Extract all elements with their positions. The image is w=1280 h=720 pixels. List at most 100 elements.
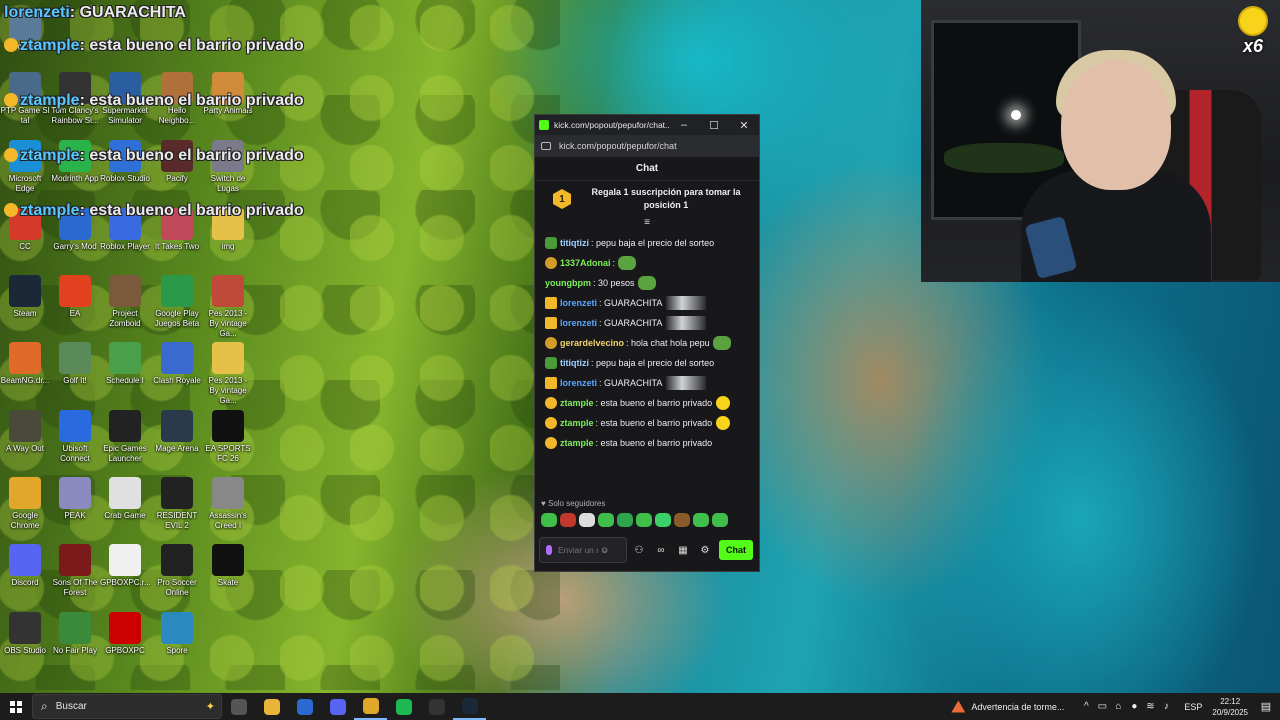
gift-sub-promo[interactable]: 1 Regala 1 suscripción para tomar la pos… bbox=[535, 181, 759, 217]
desktop-icon[interactable]: Steam bbox=[0, 275, 50, 319]
mic-icon[interactable]: ● bbox=[1126, 701, 1142, 712]
window-titlebar[interactable]: kick.com/popout/pepufor/chat... – ☐ ✕ bbox=[535, 115, 759, 135]
taskbar-obs-icon[interactable] bbox=[420, 693, 453, 720]
desktop-icon[interactable]: Discord bbox=[0, 544, 50, 588]
chat-message-list[interactable]: titiqtizi: pepu baja el precio del sorte… bbox=[535, 233, 759, 497]
taskbar-steam-icon[interactable] bbox=[453, 693, 486, 720]
taskbar-search[interactable]: ⌕ Buscar ✦ bbox=[32, 694, 222, 719]
chat-message[interactable]: lorenzeti: GUARACHITA bbox=[545, 293, 755, 313]
desktop-icon[interactable]: Ubisoft Connect bbox=[50, 410, 100, 464]
chat-message[interactable]: gerardelvecino: hola chat hola pepu bbox=[545, 333, 755, 353]
desktop-icon[interactable]: BeamNG.dr... bbox=[0, 342, 50, 386]
desktop-icon[interactable]: Google Play Juegos Beta bbox=[152, 275, 202, 329]
minimize-button[interactable]: – bbox=[669, 119, 699, 131]
chat-username[interactable]: youngbpm bbox=[545, 277, 591, 289]
taskbar-spotify-icon[interactable] bbox=[387, 693, 420, 720]
desktop-icon[interactable]: Assassin's Creed I bbox=[203, 477, 253, 531]
maximize-button[interactable]: ☐ bbox=[699, 119, 729, 132]
chat-username[interactable]: titiqtizi bbox=[560, 357, 589, 369]
chat-username[interactable]: gerardelvecino bbox=[560, 337, 624, 349]
chevron-up-icon[interactable]: ^ bbox=[1078, 701, 1094, 712]
site-settings-icon[interactable] bbox=[541, 142, 551, 150]
chat-username[interactable]: 1337Adonai bbox=[560, 257, 611, 269]
taskbar-task-view-icon[interactable] bbox=[222, 693, 255, 720]
desktop-icon[interactable]: Pes 2013 - By vintage Ga... bbox=[203, 342, 253, 406]
chat-username[interactable]: lorenzeti bbox=[560, 317, 597, 329]
chat-message[interactable]: ztample: esta bueno el barrio privado bbox=[545, 393, 755, 413]
chat-message[interactable]: lorenzeti: GUARACHITA bbox=[545, 373, 755, 393]
desktop-icon[interactable]: Epic Games Launcher bbox=[100, 410, 150, 464]
desktop-icon[interactable]: GPBOXPC bbox=[100, 612, 150, 656]
clock[interactable]: 22:12 20/9/2025 bbox=[1212, 696, 1248, 718]
chat-username[interactable]: lorenzeti bbox=[560, 377, 597, 389]
desktop-icon[interactable]: EA SPORTS FC 26 bbox=[203, 410, 253, 464]
chat-username[interactable]: lorenzeti bbox=[560, 297, 597, 309]
chat-message[interactable]: lorenzeti: GUARACHITA bbox=[545, 313, 755, 333]
chat-message[interactable]: ztample: esta bueno el barrio privado bbox=[545, 433, 755, 453]
desktop-icon[interactable]: OBS Studio bbox=[0, 612, 50, 656]
users-icon[interactable]: ⚇ bbox=[629, 545, 649, 556]
tray-app-icon[interactable]: ▭ bbox=[1094, 701, 1110, 712]
taskbar-file-explorer-icon[interactable] bbox=[255, 693, 288, 720]
network-icon[interactable]: ⌂ bbox=[1110, 701, 1126, 712]
emote-button[interactable] bbox=[655, 513, 671, 527]
gift-icon[interactable]: ▦ bbox=[673, 545, 693, 556]
desktop-icon[interactable]: EA bbox=[50, 275, 100, 319]
chat-message[interactable]: 1337Adonai: bbox=[545, 253, 755, 273]
desktop-icon[interactable]: GPBOXPC.r... bbox=[100, 544, 151, 588]
chat-message[interactable]: ztample: esta bueno el barrio privado bbox=[545, 413, 755, 433]
desktop-icon[interactable]: PEAK bbox=[50, 477, 100, 521]
weather-alert-text[interactable]: Advertencia de torme... bbox=[971, 702, 1064, 712]
chat-message[interactable]: titiqtizi: pepu baja el precio del sorte… bbox=[545, 353, 755, 373]
language-indicator[interactable]: ESP bbox=[1184, 702, 1202, 712]
settings-gear-icon[interactable]: ⚙ bbox=[695, 545, 715, 556]
emote-button[interactable] bbox=[598, 513, 614, 527]
pinned-toggle-icon[interactable]: ≡ bbox=[535, 217, 759, 229]
emote-button[interactable] bbox=[636, 513, 652, 527]
taskbar-chrome-icon[interactable] bbox=[354, 693, 387, 720]
emote-button[interactable] bbox=[712, 513, 728, 527]
emote-button[interactable] bbox=[617, 513, 633, 527]
emote-button[interactable] bbox=[693, 513, 709, 527]
desktop-icon[interactable]: Clash Royale bbox=[152, 342, 202, 386]
desktop-icon[interactable]: Project Zomboid bbox=[100, 275, 150, 329]
wifi-icon[interactable]: ≋ bbox=[1142, 701, 1158, 712]
desktop-icon[interactable]: Golf It! bbox=[50, 342, 100, 386]
chat-input[interactable] bbox=[558, 545, 598, 555]
desktop-icon[interactable]: Spore bbox=[152, 612, 202, 656]
emote-button[interactable] bbox=[579, 513, 595, 527]
emote-button[interactable] bbox=[560, 513, 576, 527]
desktop-icon[interactable]: No Fair Play bbox=[50, 612, 100, 656]
desktop-icon[interactable]: Crab Game bbox=[100, 477, 150, 521]
desktop-icon[interactable]: Google Chrome bbox=[0, 477, 50, 531]
send-chat-button[interactable]: Chat bbox=[719, 540, 753, 560]
weather-warning-icon[interactable] bbox=[951, 700, 966, 713]
desktop-icon[interactable]: Skate bbox=[203, 544, 253, 588]
start-button[interactable] bbox=[0, 693, 32, 720]
chat-message[interactable]: titiqtizi: pepu baja el precio del sorte… bbox=[545, 233, 755, 253]
emote-button[interactable] bbox=[541, 513, 557, 527]
chat-username[interactable]: ztample bbox=[560, 417, 594, 429]
close-button[interactable]: ✕ bbox=[729, 119, 759, 132]
desktop-icon[interactable]: Schedule I bbox=[100, 342, 150, 386]
microphone-icon[interactable] bbox=[546, 545, 552, 555]
chat-username[interactable]: ztample bbox=[560, 397, 594, 409]
infinity-icon[interactable]: ∞ bbox=[651, 545, 671, 556]
desktop-icon[interactable]: Pro Soccer Online bbox=[152, 544, 202, 598]
chat-input-box[interactable]: ☺ bbox=[539, 537, 627, 563]
volume-icon[interactable]: ♪ bbox=[1158, 701, 1174, 712]
taskbar-discord-icon[interactable] bbox=[321, 693, 354, 720]
taskbar-microsoft-store-icon[interactable] bbox=[288, 693, 321, 720]
notifications-icon[interactable]: ▤ bbox=[1256, 700, 1276, 713]
desktop-icon[interactable]: A Way Out bbox=[0, 410, 50, 454]
chat-username[interactable]: titiqtizi bbox=[560, 237, 589, 249]
desktop-icon[interactable]: Mage Arena bbox=[152, 410, 202, 454]
chat-message[interactable]: youngbpm: 30 pesos bbox=[545, 273, 755, 293]
desktop-icon[interactable]: Pes 2013 - By vintage Ga... bbox=[203, 275, 253, 339]
desktop-icon[interactable]: Sons Of The Forest bbox=[50, 544, 100, 598]
address-bar[interactable]: kick.com/popout/pepufor/chat bbox=[535, 135, 759, 157]
desktop-icon[interactable]: RESIDENT EVIL 2 bbox=[152, 477, 202, 531]
emote-button[interactable] bbox=[674, 513, 690, 527]
chat-username[interactable]: ztample bbox=[560, 437, 594, 449]
emoji-icon[interactable]: ☺ bbox=[600, 545, 609, 555]
